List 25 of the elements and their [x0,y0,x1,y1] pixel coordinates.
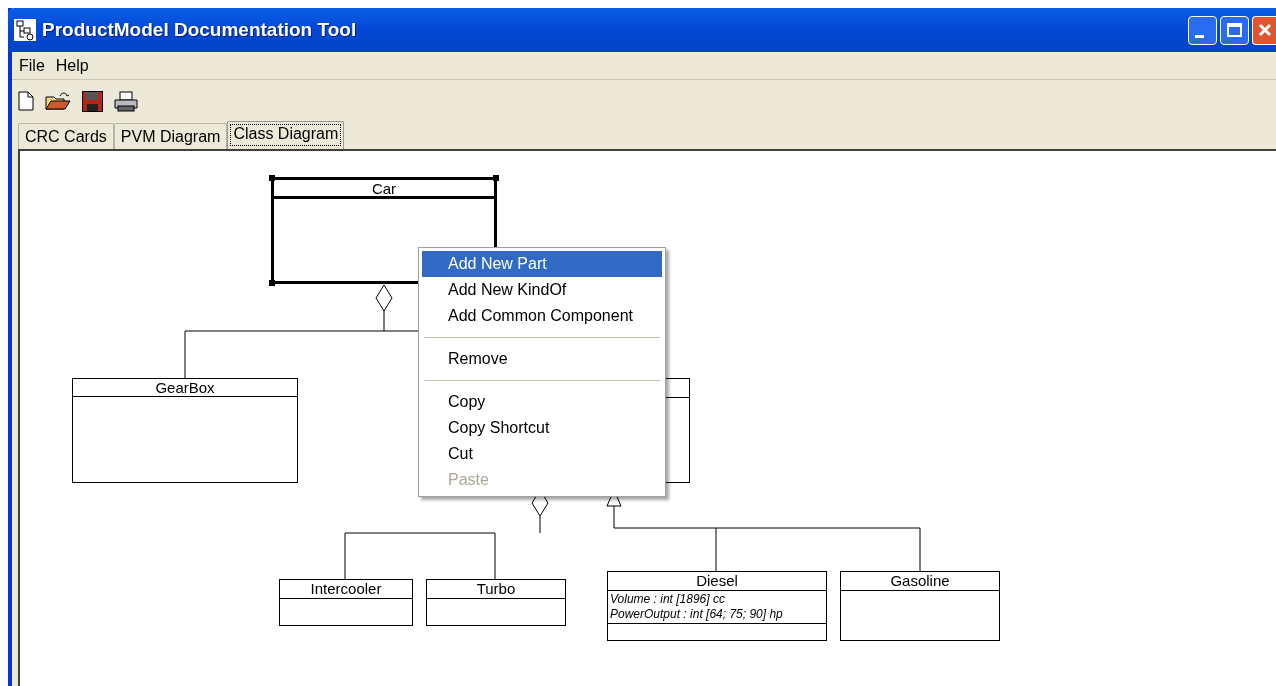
menu-item[interactable]: Cut [422,441,662,467]
menu-item[interactable]: Copy [422,389,662,415]
window-title: ProductModel Documentation Tool [42,17,357,42]
attribute-text: PowerOutput : int [64; 75; 90] hp [610,607,784,622]
class-name: Gasoline [841,572,999,591]
menu-item[interactable]: Copy Shortcut [422,415,662,441]
class-name: Turbo [427,580,565,599]
class-box[interactable]: Diesel Volume : int [1896] cc PowerOutput : int [64; 75; 90] hp [607,571,827,641]
class-name: Car [274,180,494,199]
class-name: Intercooler [280,580,412,599]
menu-item[interactable]: Remove [422,346,662,372]
class-box[interactable]: Gasoline [840,571,1000,641]
menu-item[interactable]: Help [50,53,94,78]
menu-item[interactable]: Add Common Component [422,303,662,329]
attribute-text: Volume : int [1896] cc [610,592,726,607]
class-name: Diesel [608,572,826,591]
tab[interactable]: Class Diagram [227,121,345,149]
tab[interactable]: CRC Cards [18,123,114,149]
class-box[interactable]: Turbo [426,579,566,626]
tab[interactable]: PVM Diagram [113,123,228,149]
class-box[interactable]: Intercooler [279,579,413,626]
class-name: GearBox [73,379,297,397]
menu-item[interactable]: File [14,53,50,78]
class-box[interactable]: GearBox [72,378,298,483]
menu-item[interactable]: Add New Part [422,251,662,277]
